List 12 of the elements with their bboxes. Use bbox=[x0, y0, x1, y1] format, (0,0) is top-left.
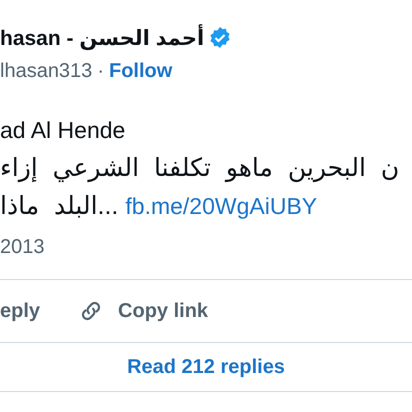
author-handle: lhasan313 bbox=[0, 60, 92, 83]
separator-dot: · bbox=[97, 60, 104, 83]
reply-button[interactable]: eply bbox=[0, 300, 40, 322]
read-replies-button[interactable]: Read 212 replies bbox=[127, 356, 285, 379]
tweet-text: ...البلد ماذا bbox=[0, 191, 118, 222]
tweet-text: ن البحرين ماهو تكلفنا الشرعي إزاء bbox=[0, 153, 400, 184]
author-name: hasan - أحمد الحسن bbox=[0, 26, 204, 50]
tweet-date: 2013 bbox=[0, 236, 46, 259]
follow-link[interactable]: Follow bbox=[108, 60, 172, 83]
copy-link-button[interactable]: Copy link bbox=[78, 298, 208, 324]
tweet-link[interactable]: fb.me/20WgAiUBY bbox=[125, 190, 318, 222]
tweet-text: ad Al Hende bbox=[0, 116, 126, 145]
